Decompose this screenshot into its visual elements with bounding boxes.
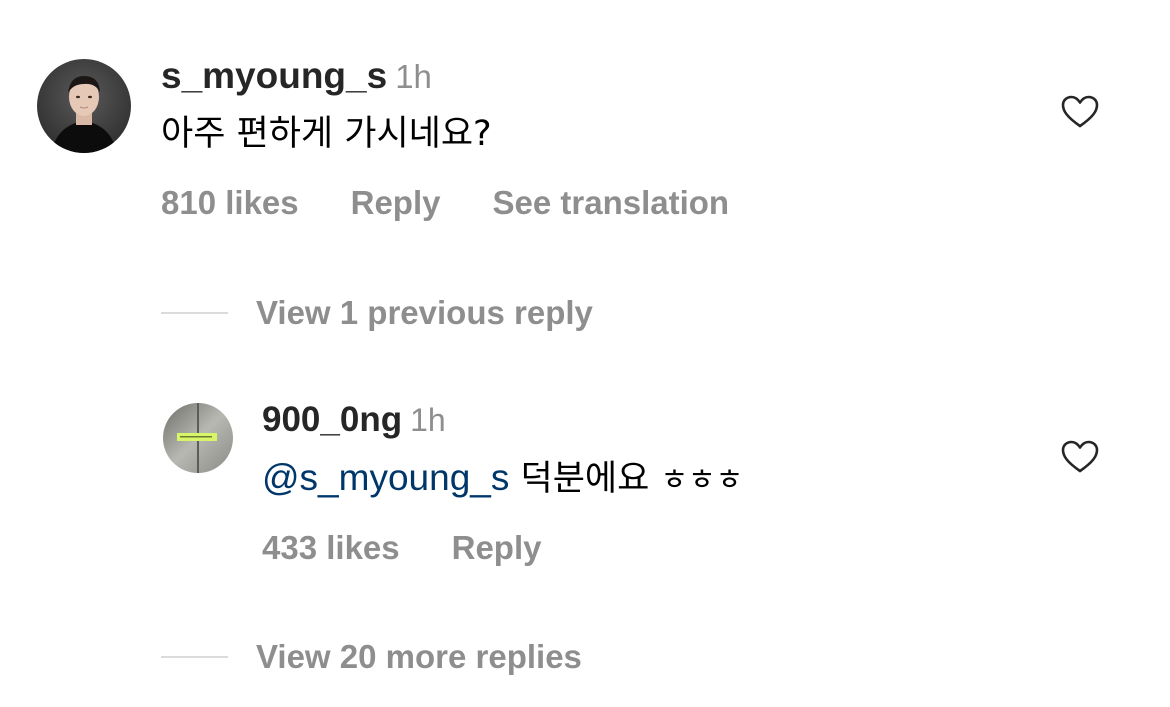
comment-likes-count[interactable]: 810 likes — [161, 183, 299, 223]
view-previous-replies-button[interactable]: View 1 previous reply — [161, 293, 593, 333]
reply-text-body: 덕분에요 — [520, 459, 650, 499]
comment-actions: 810 likes Reply See translation — [161, 183, 781, 223]
comment-reply-button[interactable]: Reply — [351, 183, 441, 223]
view-more-replies-label: View 20 more replies — [256, 638, 582, 675]
view-more-replies-button[interactable]: View 20 more replies — [161, 637, 582, 677]
avatar-photo — [163, 403, 233, 473]
reply-text-jamo: ㅎㅎㅎ — [660, 463, 744, 498]
heart-icon[interactable] — [1061, 440, 1099, 474]
reply-username[interactable]: 900_0ng — [262, 400, 402, 439]
reply-actions: 433 likes Reply — [262, 528, 594, 568]
comment-timestamp: 1h — [395, 58, 432, 95]
mention-link[interactable]: @s_myoung_s — [262, 457, 509, 498]
reply-likes-count[interactable]: 433 likes — [262, 528, 400, 568]
reply-header: 900_0ng 1h — [262, 398, 446, 442]
reply-timestamp: 1h — [410, 402, 446, 438]
comment-header: s_myoung_s 1h — [161, 54, 432, 99]
thread-divider — [161, 656, 228, 659]
reply-text: @s_myoung_s 덕분에요 ㅎㅎㅎ — [262, 454, 743, 505]
avatar[interactable] — [37, 59, 131, 153]
avatar-photo — [37, 59, 131, 153]
comment-username[interactable]: s_myoung_s — [161, 55, 387, 96]
heart-icon[interactable] — [1061, 95, 1099, 129]
reply-reply-button[interactable]: Reply — [452, 528, 542, 568]
comment-text: 아주 편하게 가시네요? — [161, 114, 492, 154]
avatar[interactable] — [163, 403, 233, 473]
see-translation-button[interactable]: See translation — [493, 183, 730, 223]
view-previous-replies-label: View 1 previous reply — [256, 294, 593, 331]
thread-divider — [161, 312, 228, 315]
